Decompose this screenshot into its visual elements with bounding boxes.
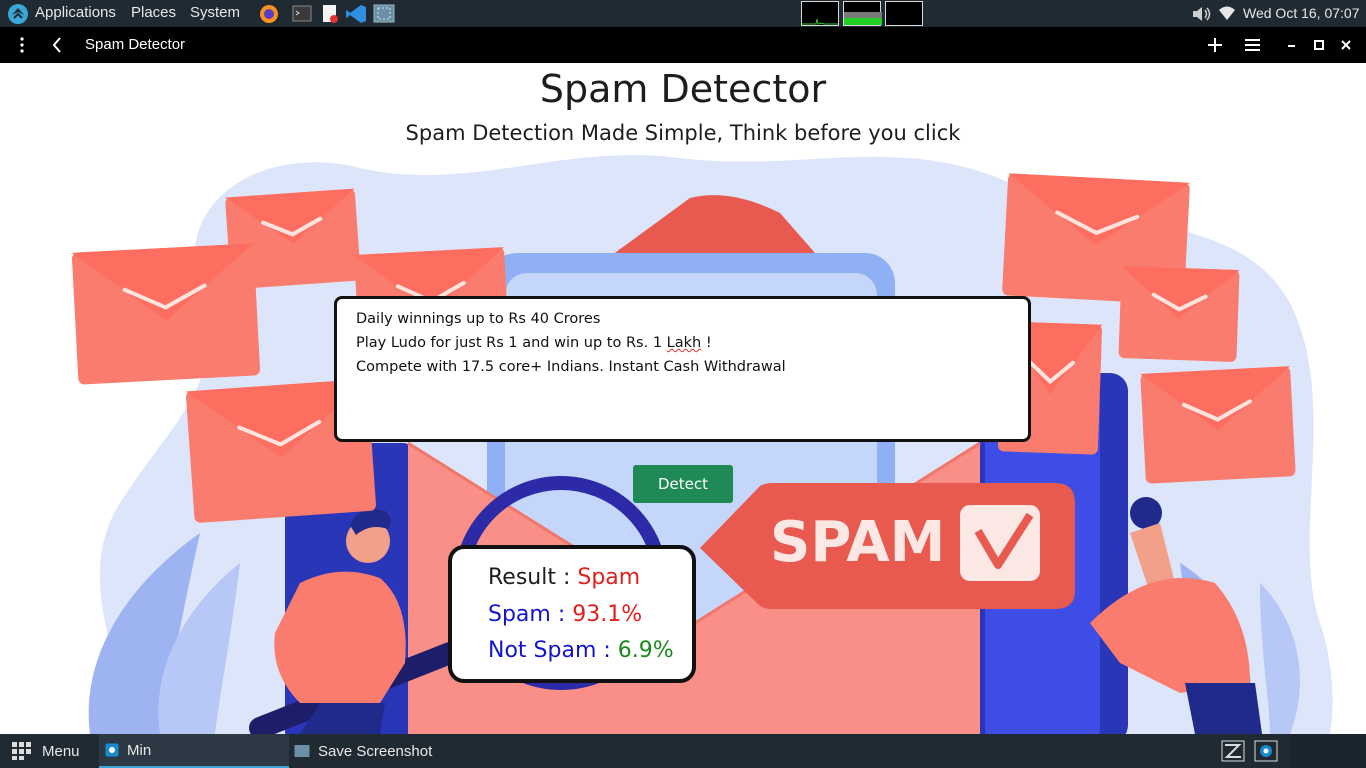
apps-grid-icon[interactable] [12,742,32,760]
active-window-indicator-icon[interactable] [1254,740,1278,762]
network-monitor-graph [885,1,923,26]
spam-percent: 93.1% [572,601,643,627]
kebab-menu-icon[interactable] [10,33,34,57]
envelope-graphic [71,243,261,385]
terminal-icon[interactable] [292,4,312,23]
applications-menu[interactable]: Applications [35,4,116,21]
menu-button[interactable]: Menu [42,734,80,768]
result-value: Spam [577,565,641,590]
close-icon[interactable] [1334,33,1358,57]
plus-icon[interactable] [1203,33,1227,57]
clock[interactable]: Wed Oct 16, 07:07 [1243,5,1359,21]
misspelled-word: Lakh [666,335,702,351]
result-panel: Result : Spam Spam : 93.1% Not Spam : 6.… [448,545,696,683]
detect-button[interactable]: Detect [633,465,733,503]
system-top-panel: Applications Places System Wed Oct 16, 0… [0,0,1366,27]
places-menu[interactable]: Places [131,4,176,21]
page-title: Spam Detector [539,67,827,111]
hamburger-menu-icon[interactable] [1240,33,1264,57]
envelope-graphic [1140,366,1296,484]
task-save-screenshot[interactable]: Save Screenshot [294,734,432,768]
envelope-graphic [1118,265,1240,362]
screenshot-tool-icon[interactable] [373,4,395,23]
firefox-icon[interactable] [258,4,278,23]
task-min[interactable]: Min [99,734,289,768]
system-menu[interactable]: System [190,4,240,21]
page-content: SPAM Spam Detector Spam Detection Made S… [0,63,1366,734]
app-title: Spam Detector [85,36,186,53]
wifi-icon[interactable] [1218,5,1236,22]
volume-icon[interactable] [1191,4,1213,24]
cpu-monitor-graph [801,1,839,26]
back-arrow-icon[interactable] [45,33,69,57]
page-subtitle: Spam Detection Made Simple, Think before… [405,121,961,145]
spam-row: Spam : 93.1% [488,601,643,627]
memory-monitor-graph [843,1,882,26]
minimize-icon[interactable] [1280,33,1304,57]
message-line-2: Play Ludo for just Rs 1 and win up to Rs… [356,335,712,351]
text-editor-icon[interactable] [321,4,341,23]
workspace-switcher-icon[interactable] [1221,740,1245,762]
screenshot-task-icon [294,744,310,758]
browser-app-bar: Spam Detector [0,27,1366,63]
message-line-3: Compete with 17.5 core+ Indians. Instant… [356,359,786,375]
app-window-icon [105,743,119,757]
not-spam-row: Not Spam : 6.9% [488,638,674,663]
message-line-1: Daily winnings up to Rs 40 Crores [356,311,601,327]
bottom-taskbar: Menu Min Save Screenshot [0,734,1366,768]
distro-logo-icon[interactable] [7,3,29,25]
result-row: Result : Spam [488,565,641,590]
maximize-icon[interactable] [1307,33,1331,57]
vscode-icon[interactable] [345,4,366,23]
not-spam-percent: 6.9% [617,638,674,663]
message-textarea[interactable]: Daily winnings up to Rs 40 Crores Play L… [334,296,1031,442]
taskbar-spacer [1290,734,1366,768]
